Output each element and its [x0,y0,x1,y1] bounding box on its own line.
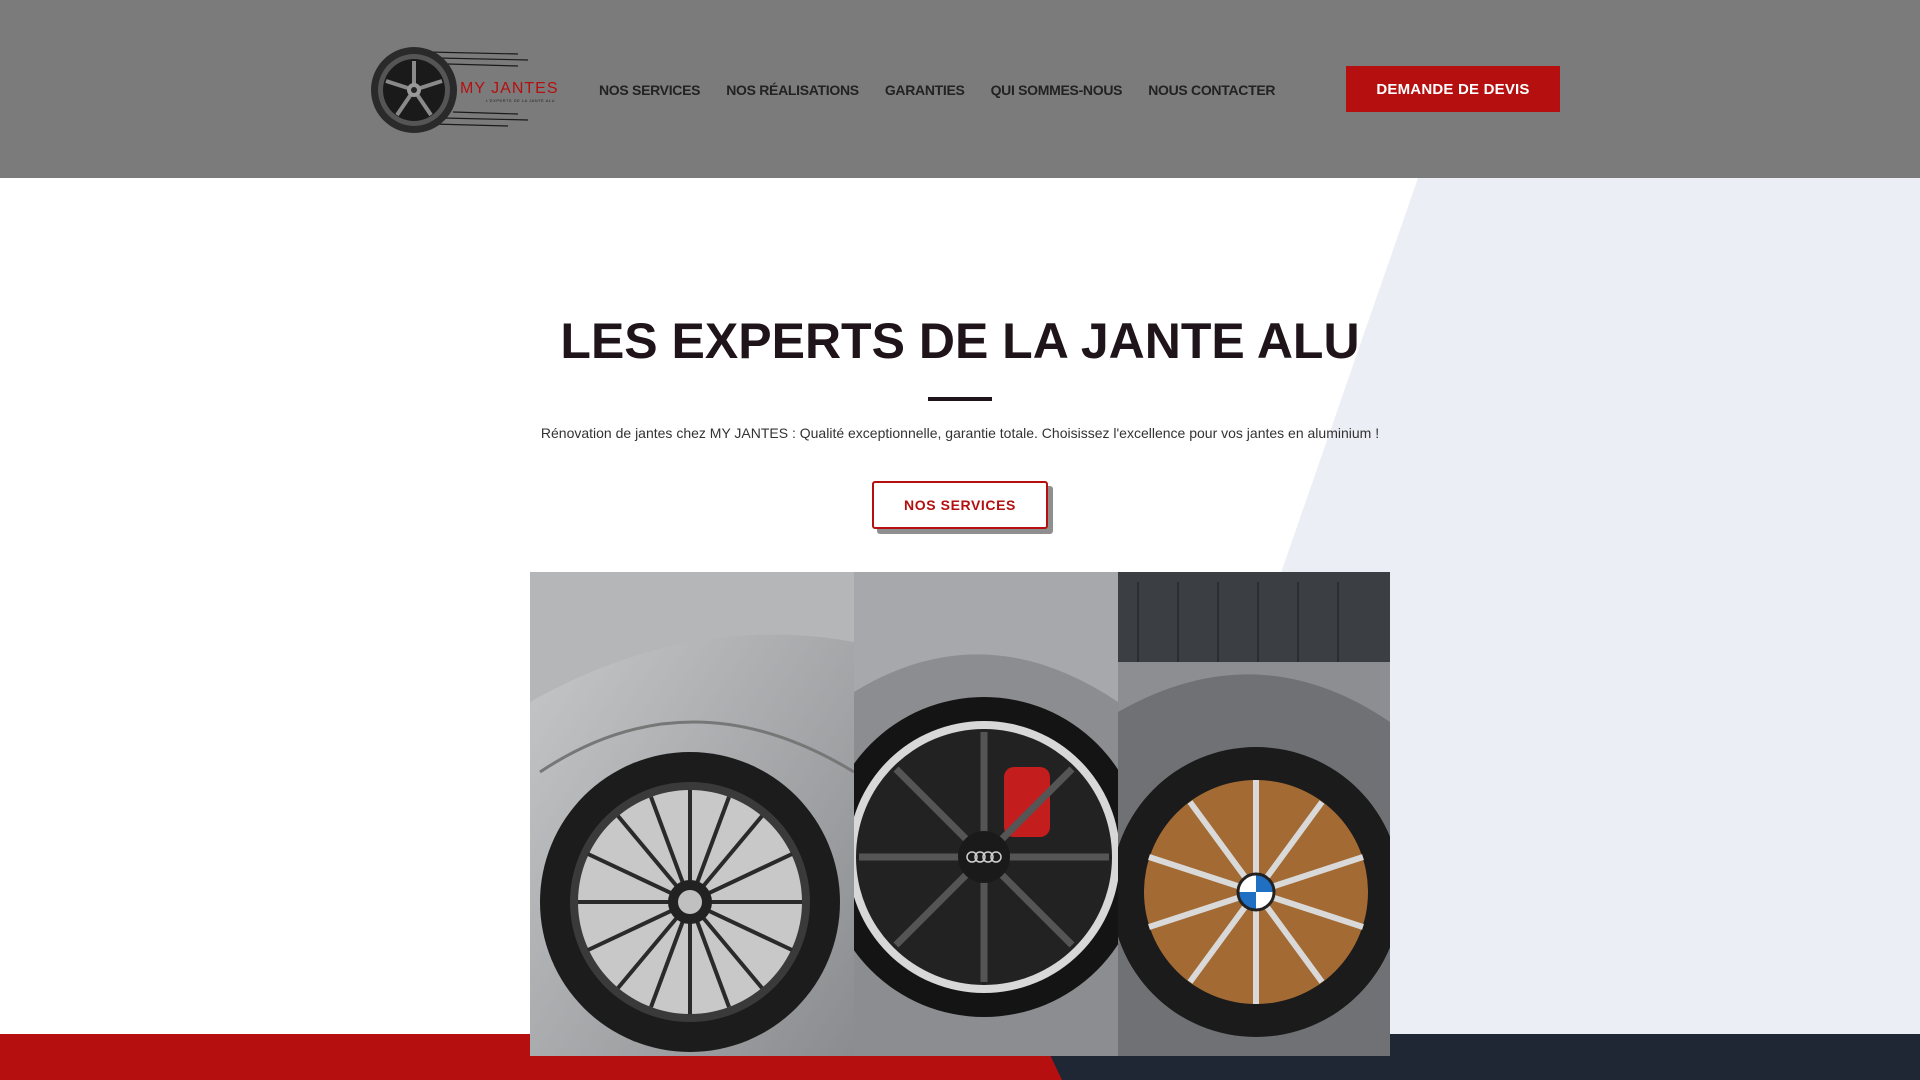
nav-item-realisations[interactable]: NOS RÉALISATIONS [726,81,859,99]
logo-tagline: L'EXPERTS DE LA JANTE ALU [486,98,555,103]
services-button[interactable]: NOS SERVICES [872,481,1048,529]
nav-item-about[interactable]: QUI SOMMES-NOUS [991,81,1123,99]
site-header: MY JANTES L'EXPERTS DE LA JANTE ALU NOS … [0,0,1920,178]
nav-item-contact[interactable]: NOUS CONTACTER [1148,81,1275,99]
wheels-gallery [530,572,1390,1056]
page-title: LES EXPERTS DE LA JANTE ALU [560,313,1360,369]
mercedes-wheel-image [530,572,854,1056]
hero-subtitle: Rénovation de jantes chez MY JANTES : Qu… [540,425,1380,441]
title-divider [928,397,992,401]
logo-wordmark[interactable]: MY JANTES [460,80,559,98]
main-nav: NOS SERVICES NOS RÉALISATIONS GARANTIES … [599,81,1301,99]
nav-item-services[interactable]: NOS SERVICES [599,81,700,99]
bmw-wheel-image [1118,572,1390,1056]
quote-request-button[interactable]: DEMANDE DE DEVIS [1346,66,1560,112]
nav-item-garanties[interactable]: GARANTIES [885,81,965,99]
audi-rs-wheel-image [854,572,1118,1056]
